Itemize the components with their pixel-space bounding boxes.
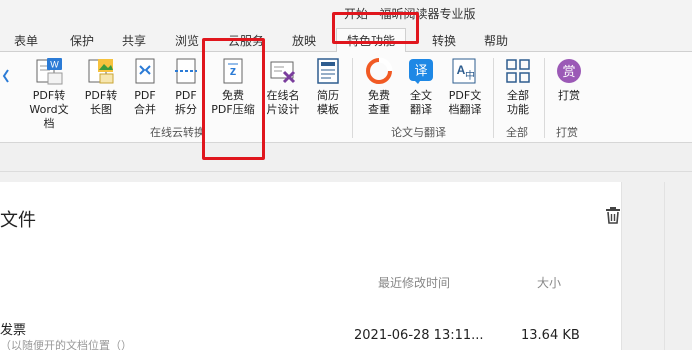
doc-translate-label-1: PDF文 [448,89,482,102]
tab-convert[interactable]: 转换 [432,32,456,49]
translate-button[interactable]: 译 全文 翻译 [396,56,446,117]
all-features-label-2: 功能 [507,103,529,116]
pdf-compress-button[interactable]: z 免费 PDF压缩 [208,56,258,117]
pdf-compress-label-2: PDF压缩 [211,103,255,116]
plagiarism-check-icon [366,57,393,84]
scrollbar-track[interactable] [664,182,665,350]
window-title: 开始 · 福昕阅读器专业版 [344,7,476,21]
resume-template-button[interactable]: 简历 模板 [303,56,353,117]
card-design-icon [270,61,296,84]
doc-translate-label-2: 档翻译 [448,103,482,116]
tab-share[interactable]: 共享 [122,32,146,49]
pdf-to-word-label-1: PDF转 [32,89,66,102]
tab-featured[interactable]: 特色功能 [336,28,407,53]
file-location: （以随便开的文档位置（） [0,339,132,350]
resume-template-label-1: 简历 [317,89,339,102]
column-header-modified[interactable]: 最近修改时间 [378,274,450,291]
svg-text:赏: 赏 [562,65,575,80]
file-name: 发票 [0,323,27,338]
main-content: 文件 最近修改时间 大小 发票 （以随便开的文档位置（） 2021-06-28 … [0,172,692,350]
svg-text:中: 中 [465,69,475,82]
trash-icon[interactable] [604,206,622,224]
card-design-label-1: 在线名 [266,89,300,102]
group-label-reward: 打赏 [556,126,578,139]
pdf-merge-icon [135,58,155,84]
pdf-compress-icon: z [223,58,243,84]
pdf-to-image-icon [88,59,114,84]
ribbon-tabs: 表单 保护 共享 浏览 云服务 放映 特色功能 转换 帮助 [0,28,692,53]
svg-text:z: z [230,63,237,78]
reward-label: 打赏 [558,89,580,102]
resume-template-icon [317,58,339,84]
reward-icon: 赏 [557,59,581,83]
pdf-to-word-label-2: Word文档 [29,103,69,130]
svg-text:译: 译 [414,64,427,79]
reward-button[interactable]: 赏 打赏 [544,56,594,103]
pdf-to-word-icon: W [36,58,63,85]
file-size: 13.64 KB [521,328,580,343]
group-label-all: 全部 [506,126,528,139]
page-title: 文件 [0,210,36,231]
chevron-left-icon[interactable] [2,68,10,84]
svg-text:W: W [50,60,59,70]
tab-view[interactable]: 浏览 [175,32,199,49]
tab-help[interactable]: 帮助 [484,32,508,49]
tab-form[interactable]: 表单 [14,32,38,49]
pdf-compress-label-1: 免费 [222,89,244,102]
file-list-card: 文件 最近修改时间 大小 发票 （以随便开的文档位置（） 2021-06-28 … [0,182,622,350]
title-bar: 开始 · 福昕阅读器专业版 [0,0,692,28]
pdf-split-button[interactable]: PDF 拆分 [161,56,211,117]
group-label-paper-translate: 论文与翻译 [391,126,446,139]
column-header-size[interactable]: 大小 [537,274,561,291]
file-modified: 2021-06-28 13:11... [354,328,484,343]
doc-translate-button[interactable]: A 中 PDF文 档翻译 [440,56,490,117]
all-features-label-1: 全部 [507,89,529,102]
pdf-split-label-1: PDF [175,89,197,102]
ribbon-separator [352,58,353,138]
translate-icon: 译 [409,59,433,84]
pdf-split-label-2: 拆分 [175,103,197,116]
pdf-to-image-label-2: 长图 [90,103,112,116]
doc-translate-icon: A 中 [452,58,476,84]
pdf-to-word-button[interactable]: W PDF转 Word文档 [24,56,74,131]
tab-protect[interactable]: 保护 [70,32,94,49]
pdf-to-image-label-1: PDF转 [84,89,118,102]
tab-cloud[interactable]: 云服务 [228,32,264,49]
card-design-label-2: 片设计 [266,103,300,116]
translate-label-1: 全文 [410,89,432,102]
group-label-online-convert: 在线云转换 [150,126,205,139]
secondary-toolbar [0,144,692,172]
tab-slideshow[interactable]: 放映 [292,32,316,49]
translate-label-2: 翻译 [410,103,432,116]
pdf-split-icon [175,58,197,84]
pdf-to-image-button[interactable]: PDF转 长图 [76,56,126,117]
card-design-button[interactable]: 在线名 片设计 [258,56,308,117]
all-features-icon [506,59,530,83]
all-features-button[interactable]: 全部 功能 [493,56,543,117]
ribbon-panel: W PDF转 Word文档 PDF转 长图 PDF 合并 PDF 拆分 z 免费… [0,52,692,143]
resume-template-label-2: 模板 [317,103,339,116]
